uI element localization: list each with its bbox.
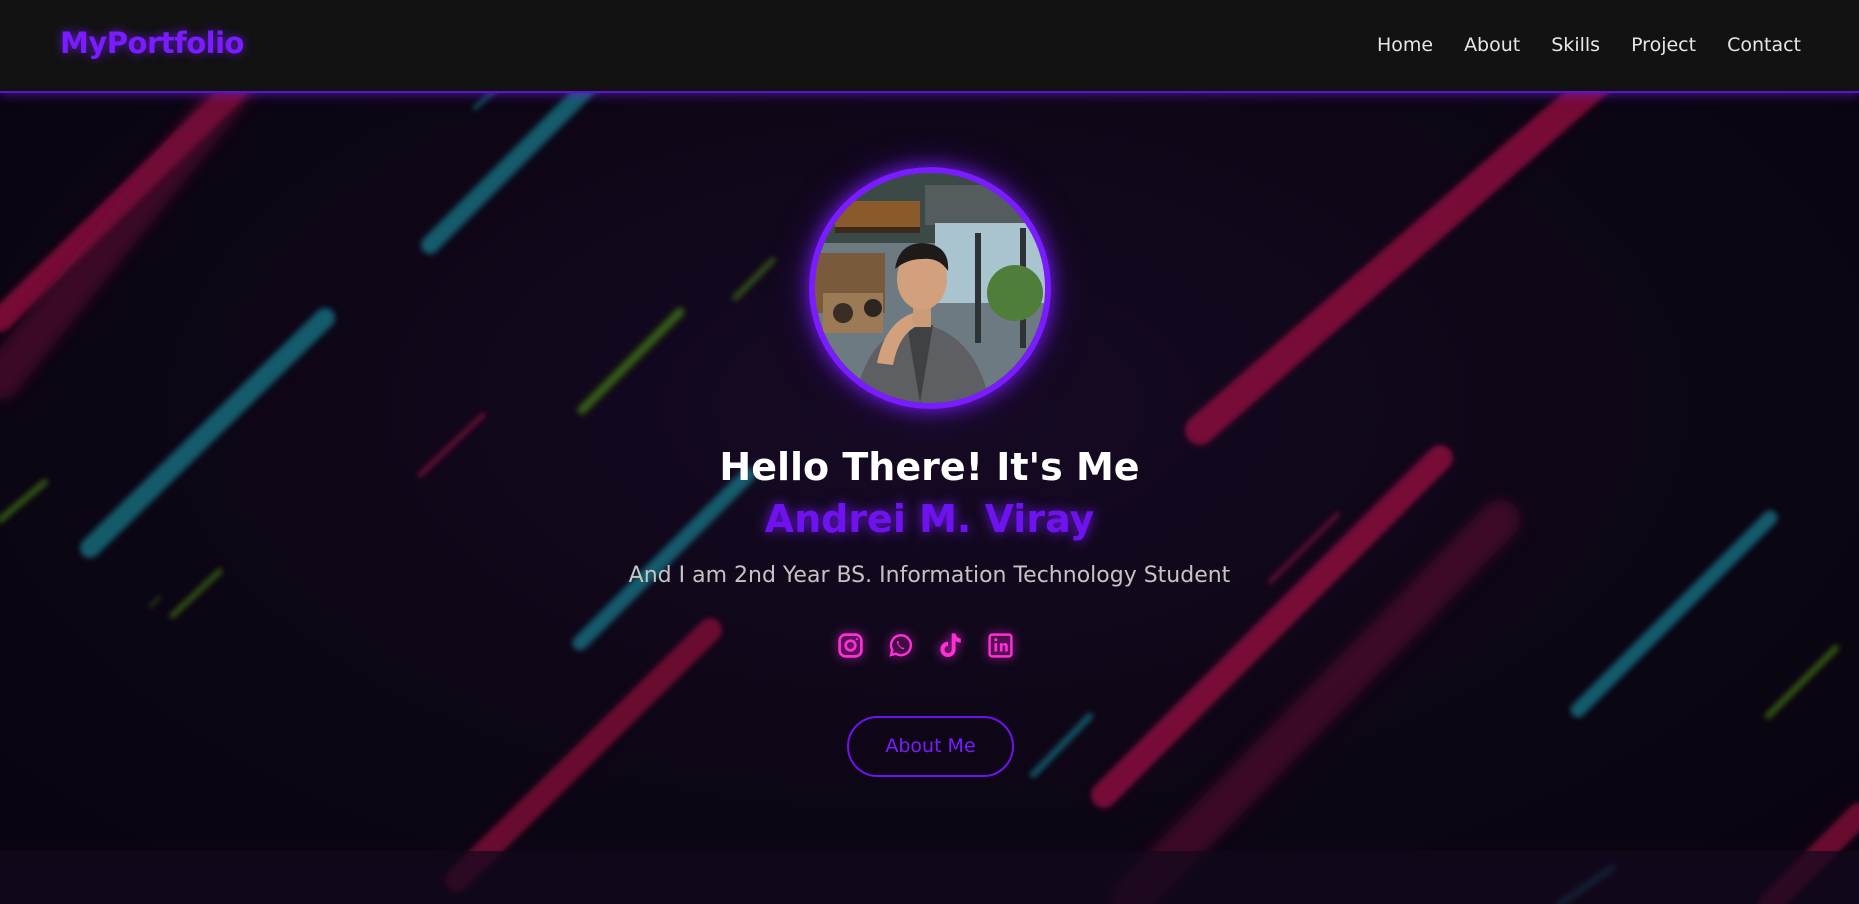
- profile-avatar: [809, 167, 1051, 409]
- nav-link-contact[interactable]: Contact: [1727, 34, 1801, 56]
- profile-photo: [815, 173, 1045, 403]
- about-me-button[interactable]: About Me: [847, 716, 1014, 777]
- instagram-icon[interactable]: [836, 631, 865, 660]
- nav-link-project[interactable]: Project: [1631, 34, 1696, 56]
- nav-link-skills[interactable]: Skills: [1551, 34, 1600, 56]
- nav-link-home[interactable]: Home: [1377, 34, 1433, 56]
- linkedin-icon[interactable]: [986, 631, 1015, 660]
- whatsapp-icon[interactable]: [886, 631, 915, 660]
- nav-links: Home About Skills Project Contact: [1377, 34, 1801, 56]
- tiktok-icon[interactable]: [936, 631, 965, 660]
- nav-link-about[interactable]: About: [1464, 34, 1520, 56]
- hero-section: Hello There! It's Me Andrei M. Viray And…: [0, 93, 1859, 851]
- hero-greeting: Hello There! It's Me: [719, 445, 1140, 489]
- page: MyPortfolio Home About Skills Project Co…: [0, 0, 1859, 904]
- navbar: MyPortfolio Home About Skills Project Co…: [0, 0, 1859, 93]
- site-logo[interactable]: MyPortfolio: [60, 26, 244, 60]
- next-section-edge: [0, 851, 1859, 904]
- social-links: [836, 631, 1015, 660]
- hero-subtitle: And I am 2nd Year BS. Information Techno…: [628, 563, 1231, 588]
- hero-name: Andrei M. Viray: [764, 497, 1095, 541]
